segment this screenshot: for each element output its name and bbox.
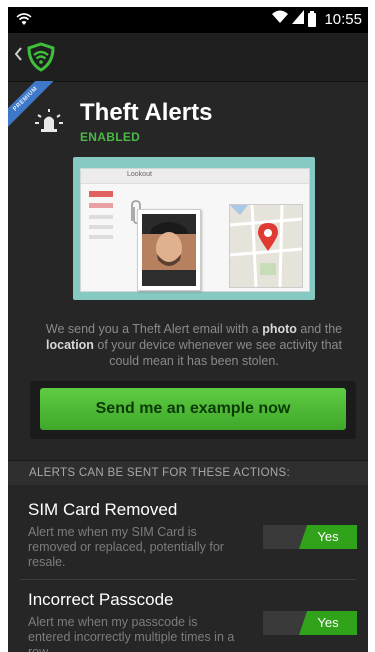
wifi-icon: [16, 11, 32, 32]
toggle-yes: Yes: [299, 611, 357, 635]
wifi-icon: [272, 10, 289, 29]
sidebar-bar: [89, 235, 113, 239]
browser-mockup: Lookout: [80, 168, 310, 292]
section-header: ALERTS CAN BE SENT FOR THESE ACTIONS:: [8, 460, 368, 485]
theft-alert-illustration: Lookout: [73, 157, 315, 300]
location-map: [229, 204, 303, 288]
divider: [20, 579, 356, 580]
page-title: Theft Alerts: [80, 99, 213, 126]
browser-brand: Lookout: [127, 171, 152, 178]
status-bar: 10:55: [8, 7, 368, 33]
alert-row-incorrect-passcode: Incorrect Passcode Alert me when my pass…: [8, 585, 368, 652]
phone-screen: 10:55 PREMIUM Theft Alerts ENABLED Looko…: [8, 7, 368, 652]
alarm-light-icon: [34, 109, 64, 138]
sidebar-bar: [89, 225, 113, 229]
browser-toolbar: Lookout: [81, 169, 309, 184]
lookout-shield-icon[interactable]: [26, 42, 56, 77]
example-button-container: Send me an example now: [30, 381, 356, 439]
back-chevron-icon[interactable]: [14, 47, 22, 66]
alert-title: Incorrect Passcode: [28, 590, 174, 609]
sim-card-toggle[interactable]: Yes: [263, 525, 357, 549]
sidebar-bar: [89, 215, 113, 219]
alert-description: Alert me when my SIM Card is removed or …: [28, 525, 224, 569]
sidebar-bar: [89, 191, 113, 197]
thief-photo: [137, 209, 201, 291]
action-bar: [8, 33, 368, 82]
section-header-label: ALERTS CAN BE SENT FOR THESE ACTIONS:: [29, 467, 290, 479]
toggle-yes: Yes: [299, 525, 357, 549]
sidebar-bar: [89, 203, 113, 208]
alert-title: SIM Card Removed: [28, 500, 178, 519]
feature-description: We send you a Theft Alert email with a p…: [45, 322, 343, 368]
status-badge: ENABLED: [80, 130, 141, 144]
map-pin-icon: [258, 223, 278, 256]
incorrect-passcode-toggle[interactable]: Yes: [263, 611, 357, 635]
clock: 10:55: [324, 11, 362, 28]
battery-icon: [308, 10, 317, 27]
send-example-button[interactable]: Send me an example now: [40, 388, 346, 430]
alert-row-sim-card: SIM Card Removed Alert me when my SIM Ca…: [8, 495, 368, 585]
alert-description: Alert me when my passcode is entered inc…: [28, 615, 235, 652]
signal-icon: [292, 10, 305, 29]
